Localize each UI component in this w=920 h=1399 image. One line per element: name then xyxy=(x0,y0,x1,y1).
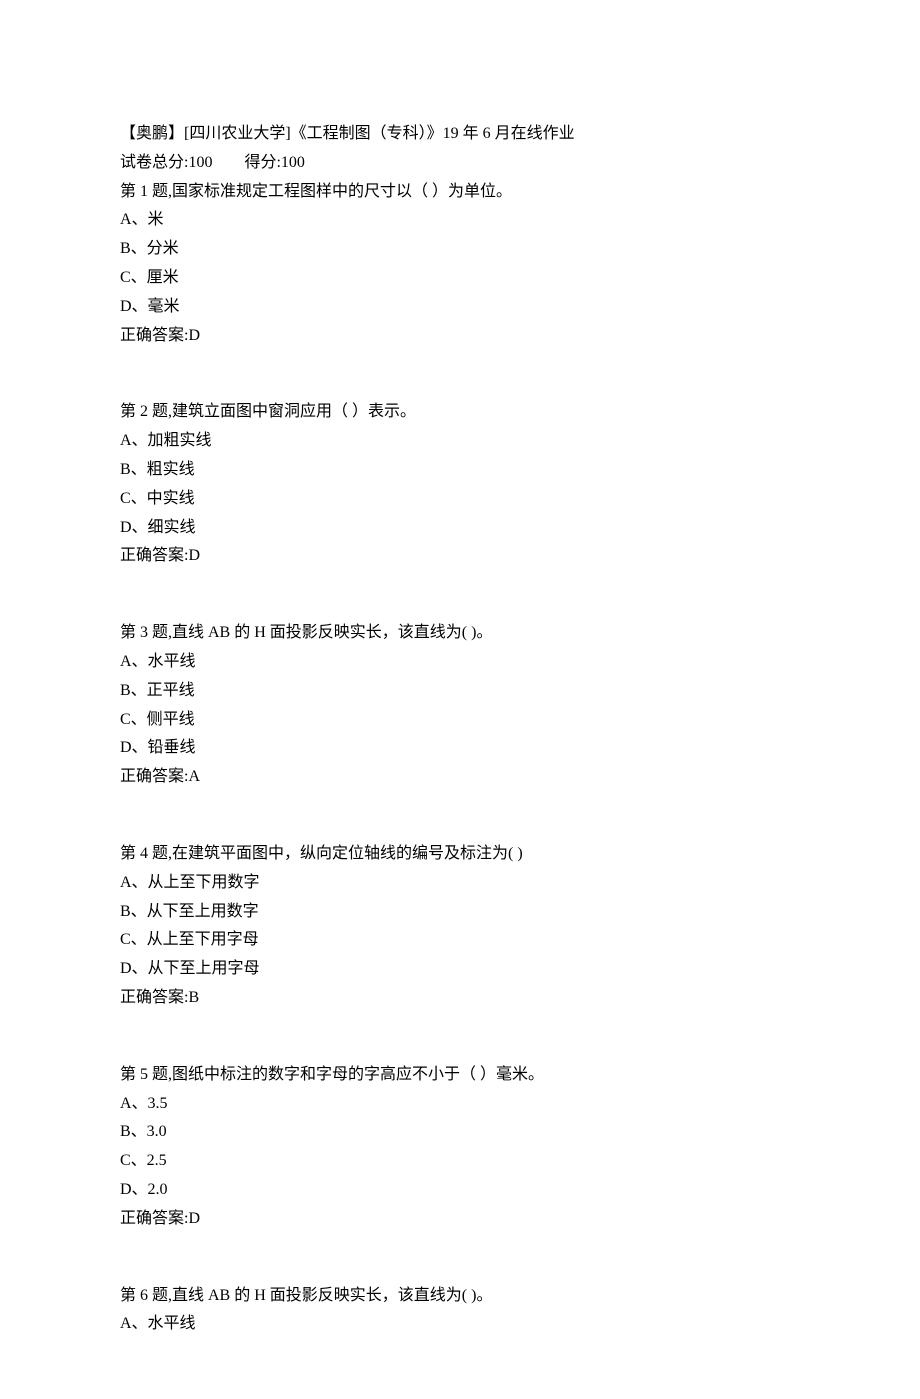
question-answer: 正确答案:A xyxy=(120,763,800,792)
question-option: C、侧平线 xyxy=(120,706,800,735)
question-option: D、铅垂线 xyxy=(120,734,800,763)
question-prompt: 第 1 题,国家标准规定工程图样中的尺寸以（ ）为单位。 xyxy=(120,178,800,207)
question-option: B、粗实线 xyxy=(120,456,800,485)
question-answer: 正确答案:D xyxy=(120,322,800,351)
question-option: C、厘米 xyxy=(120,264,800,293)
gain-score-label: 得分: xyxy=(244,154,280,171)
question-option: D、2.0 xyxy=(120,1176,800,1205)
question-block: 第 4 题,在建筑平面图中，纵向定位轴线的编号及标注为( ) A、从上至下用数字… xyxy=(120,840,800,1013)
question-option: D、细实线 xyxy=(120,514,800,543)
document-page: 【奥鹏】[四川农业大学]《工程制图（专科）》19 年 6 月在线作业 试卷总分:… xyxy=(0,0,920,1399)
question-prompt: 第 2 题,建筑立面图中窗洞应用（ ）表示。 xyxy=(120,398,800,427)
question-prompt: 第 5 题,图纸中标注的数字和字母的字高应不小于（ ）毫米。 xyxy=(120,1061,800,1090)
document-title: 【奥鹏】[四川农业大学]《工程制图（专科）》19 年 6 月在线作业 xyxy=(120,120,800,149)
question-option: B、3.0 xyxy=(120,1118,800,1147)
question-answer: 正确答案:D xyxy=(120,1205,800,1234)
question-option: D、从下至上用字母 xyxy=(120,955,800,984)
score-line: 试卷总分:100得分:100 xyxy=(120,149,800,178)
question-option: B、分米 xyxy=(120,235,800,264)
question-option: C、2.5 xyxy=(120,1147,800,1176)
question-option: B、从下至上用数字 xyxy=(120,898,800,927)
question-block: 第 1 题,国家标准规定工程图样中的尺寸以（ ）为单位。 A、米 B、分米 C、… xyxy=(120,178,800,351)
question-option: A、加粗实线 xyxy=(120,427,800,456)
question-option: C、从上至下用字母 xyxy=(120,926,800,955)
total-score-label: 试卷总分: xyxy=(120,154,188,171)
question-option: A、3.5 xyxy=(120,1090,800,1119)
question-prompt: 第 6 题,直线 AB 的 H 面投影反映实长，该直线为( )。 xyxy=(120,1282,800,1311)
question-prompt: 第 3 题,直线 AB 的 H 面投影反映实长，该直线为( )。 xyxy=(120,619,800,648)
question-block: 第 5 题,图纸中标注的数字和字母的字高应不小于（ ）毫米。 A、3.5 B、3… xyxy=(120,1061,800,1234)
gain-score-value: 100 xyxy=(281,154,305,171)
question-answer: 正确答案:B xyxy=(120,984,800,1013)
question-option: A、水平线 xyxy=(120,648,800,677)
question-option: C、中实线 xyxy=(120,485,800,514)
question-block: 第 3 题,直线 AB 的 H 面投影反映实长，该直线为( )。 A、水平线 B… xyxy=(120,619,800,792)
question-prompt: 第 4 题,在建筑平面图中，纵向定位轴线的编号及标注为( ) xyxy=(120,840,800,869)
question-option: A、米 xyxy=(120,206,800,235)
question-option: B、正平线 xyxy=(120,677,800,706)
question-option: A、从上至下用数字 xyxy=(120,869,800,898)
question-block: 第 6 题,直线 AB 的 H 面投影反映实长，该直线为( )。 A、水平线 xyxy=(120,1282,800,1340)
question-block: 第 2 题,建筑立面图中窗洞应用（ ）表示。 A、加粗实线 B、粗实线 C、中实… xyxy=(120,398,800,571)
question-option: D、毫米 xyxy=(120,293,800,322)
question-answer: 正确答案:D xyxy=(120,542,800,571)
total-score-value: 100 xyxy=(188,154,212,171)
question-option: A、水平线 xyxy=(120,1310,800,1339)
